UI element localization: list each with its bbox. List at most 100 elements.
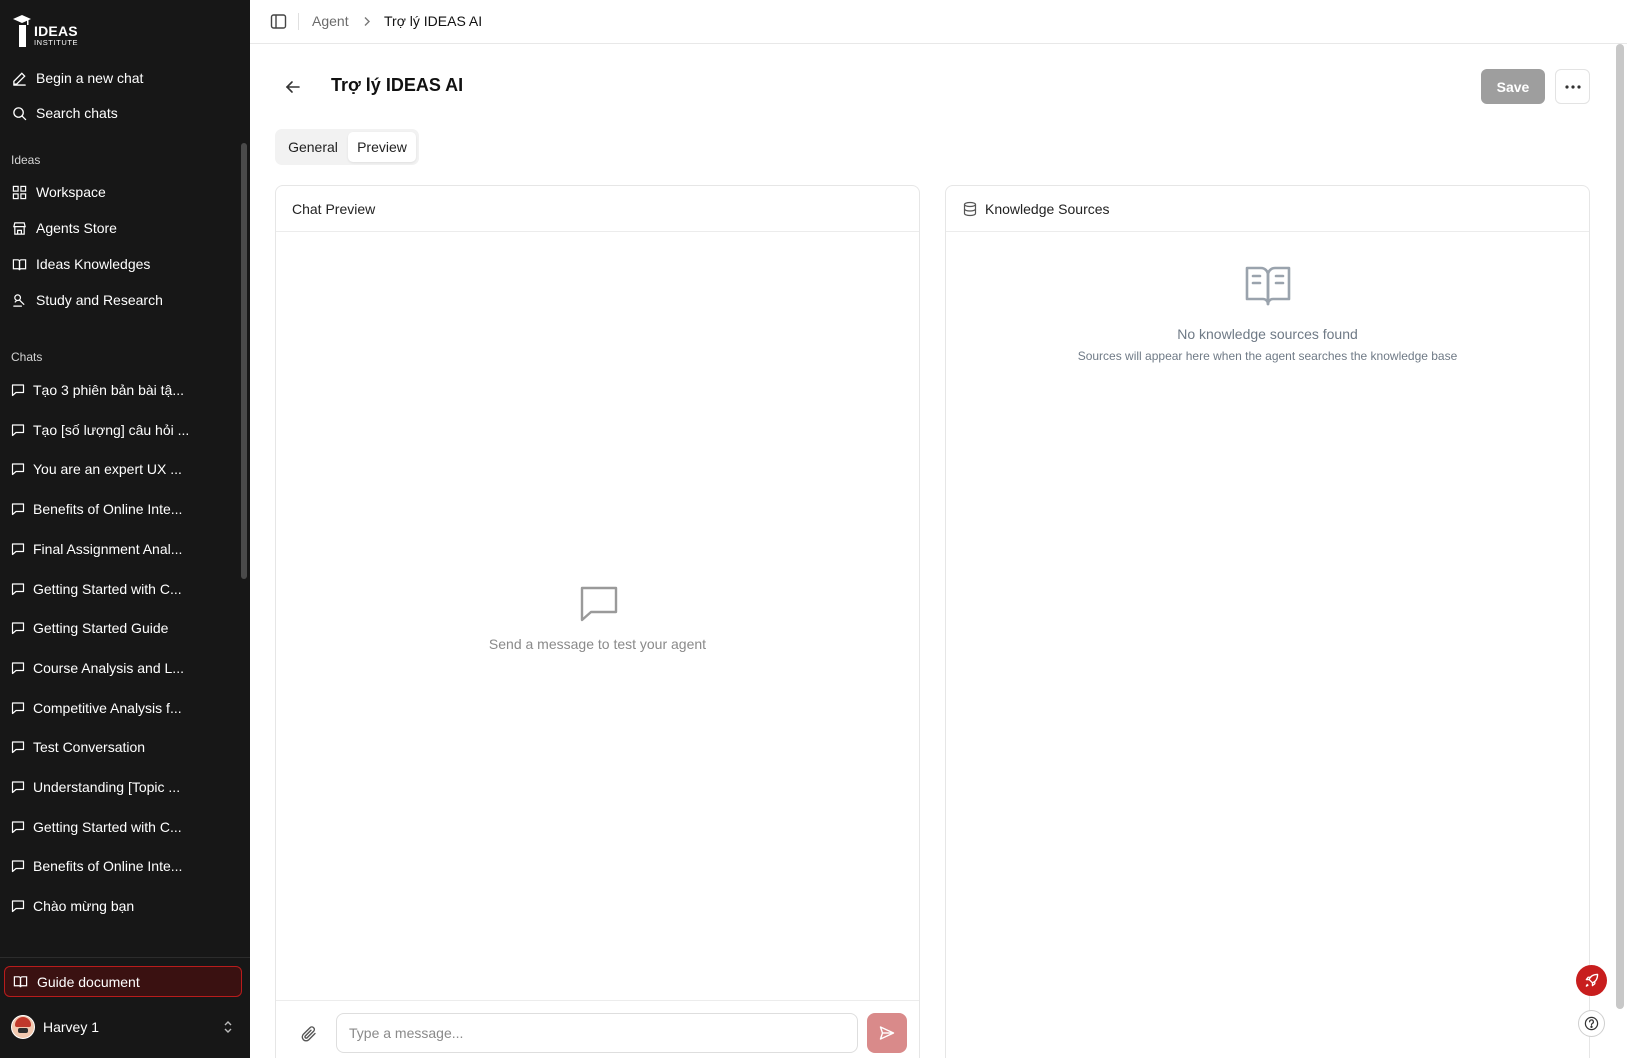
chat-preview-header: Chat Preview xyxy=(276,186,919,232)
knowledge-empty-title: No knowledge sources found xyxy=(1177,326,1358,342)
message-input[interactable] xyxy=(336,1013,858,1053)
message-square-icon xyxy=(11,424,25,436)
message-square-icon xyxy=(580,586,618,622)
message-square-icon xyxy=(11,463,25,476)
rocket-launch-button[interactable] xyxy=(1576,965,1607,996)
sidebar-item-agents-store[interactable]: Agents Store xyxy=(0,211,240,245)
question-mark-icon xyxy=(1584,1016,1599,1031)
guide-document-button[interactable]: Guide document xyxy=(4,966,242,997)
chat-title: Getting Started Guide xyxy=(33,620,169,637)
chat-list-item[interactable]: Getting Started with C... xyxy=(0,810,240,844)
logo-subtext: INSTITUTE xyxy=(34,38,79,47)
chat-list-item[interactable]: Understanding [Topic ... xyxy=(0,770,240,804)
chat-title: Benefits of Online Inte... xyxy=(33,858,183,875)
user-name: Harvey 1 xyxy=(43,1019,100,1035)
chat-list-fade xyxy=(0,940,240,954)
chat-title: You are an expert UX ... xyxy=(33,461,182,478)
knowledge-sources-panel: Knowledge Sources No knowledge sources f… xyxy=(945,185,1590,1058)
chat-title: Final Assignment Anal... xyxy=(33,540,183,557)
sidebar-toggle-icon[interactable] xyxy=(270,13,287,30)
store-icon xyxy=(13,221,26,235)
search-chats-label: Search chats xyxy=(36,105,118,121)
chat-list-item[interactable]: Benefits of Online Inte... xyxy=(0,492,240,526)
chat-list-item[interactable]: Benefits of Online Inte... xyxy=(0,849,240,883)
top-bar: Agent Trợ lý IDEAS AI xyxy=(250,0,1627,44)
chat-list-item[interactable]: Chào mừng bạn xyxy=(0,889,240,923)
page-title: Trợ lý IDEAS AI xyxy=(331,75,464,95)
main-scrollbar[interactable] xyxy=(1616,44,1624,1009)
sidebar-item-workspace[interactable]: Workspace xyxy=(0,175,240,209)
sidebar-item-label: Workspace xyxy=(36,184,106,200)
rocket-icon xyxy=(1585,973,1599,987)
pencil-icon xyxy=(13,71,26,86)
database-icon xyxy=(963,201,977,217)
knowledge-sources-title: Knowledge Sources xyxy=(985,201,1110,217)
chat-list-item[interactable]: Getting Started with C... xyxy=(0,572,240,606)
sidebar: IDEAS INSTITUTE Begin a new chat Search … xyxy=(0,0,250,1058)
chat-list-item[interactable]: Getting Started Guide xyxy=(0,611,240,645)
chevron-right-icon xyxy=(364,17,370,26)
sidebar-item-label: Study and Research xyxy=(36,292,163,308)
user-menu[interactable]: Harvey 1 xyxy=(0,1007,250,1047)
chat-list-item[interactable]: You are an expert UX ... xyxy=(0,452,240,486)
send-button[interactable] xyxy=(867,1013,907,1053)
chat-list-item[interactable]: Test Conversation xyxy=(0,730,240,764)
chat-list-item[interactable]: Final Assignment Anal... xyxy=(0,532,240,566)
ellipsis-icon xyxy=(1564,84,1581,89)
chat-list-item[interactable]: Tạo [số lượng] câu hỏi ... xyxy=(0,413,240,447)
chat-title: Getting Started with C... xyxy=(33,580,182,597)
chat-list-item[interactable]: Competitive Analysis f... xyxy=(0,691,240,725)
paperclip-icon[interactable] xyxy=(300,1025,318,1043)
breadcrumb-current: Trợ lý IDEAS AI xyxy=(384,13,483,29)
message-square-icon xyxy=(11,582,25,595)
message-square-icon xyxy=(11,821,25,833)
message-square-icon xyxy=(11,781,25,794)
sidebar-item-study-research[interactable]: Study and Research xyxy=(0,283,240,317)
ideas-institute-logo[interactable]: IDEAS INSTITUTE xyxy=(12,10,78,50)
chevron-up-down-icon xyxy=(224,1021,232,1033)
book-open-icon xyxy=(1245,266,1291,306)
save-button[interactable]: Save xyxy=(1481,69,1545,104)
search-icon xyxy=(13,106,27,120)
message-square-icon xyxy=(11,860,25,873)
grid-icon xyxy=(12,185,27,199)
graduation-cap-icon xyxy=(13,15,31,47)
tab-preview[interactable]: Preview xyxy=(348,132,416,162)
chat-list-item[interactable]: Tạo 3 phiên bản bài tậ... xyxy=(0,373,240,407)
knowledge-sources-header: Knowledge Sources xyxy=(946,186,1589,232)
sidebar-item-ideas-knowledges[interactable]: Ideas Knowledges xyxy=(0,247,240,281)
back-arrow-icon[interactable] xyxy=(284,78,302,96)
chat-title: Benefits of Online Inte... xyxy=(33,501,183,518)
chat-empty-text: Send a message to test your agent xyxy=(488,636,707,652)
chat-title: Test Conversation xyxy=(33,739,146,756)
chat-title: Chào mừng bạn xyxy=(33,898,135,915)
knowledge-empty-subtitle: Sources will appear here when the agent … xyxy=(1077,349,1458,363)
ideas-section-label: Ideas xyxy=(11,153,41,167)
tab-general[interactable]: General xyxy=(278,132,348,162)
message-square-icon xyxy=(11,503,25,516)
breadcrumb-agent-link[interactable]: Agent xyxy=(312,13,349,29)
search-chats-button[interactable]: Search chats xyxy=(0,96,240,130)
chat-title: Understanding [Topic ... xyxy=(33,779,181,795)
tab-list: General Preview xyxy=(275,129,419,165)
chat-title: Getting Started with C... xyxy=(33,818,182,835)
chat-title: Course Analysis and L... xyxy=(33,659,184,676)
begin-new-chat-label: Begin a new chat xyxy=(36,70,144,86)
message-square-icon xyxy=(11,622,25,635)
more-options-button[interactable] xyxy=(1555,69,1590,104)
research-icon xyxy=(13,293,25,307)
message-square-icon xyxy=(11,701,25,714)
book-open-icon xyxy=(12,258,27,270)
help-button[interactable] xyxy=(1578,1010,1605,1037)
divider xyxy=(298,13,299,30)
chat-title: Tạo [số lượng] câu hỏi ... xyxy=(33,421,190,438)
avatar xyxy=(11,1015,35,1039)
sidebar-scrollbar[interactable] xyxy=(241,143,247,579)
chat-list-item[interactable]: Course Analysis and L... xyxy=(0,651,240,685)
send-icon xyxy=(879,1026,895,1040)
message-square-icon xyxy=(11,384,25,397)
begin-new-chat-button[interactable]: Begin a new chat xyxy=(0,61,240,95)
book-open-icon xyxy=(13,976,28,988)
sidebar-item-label: Ideas Knowledges xyxy=(36,256,151,272)
message-square-icon xyxy=(11,741,25,754)
